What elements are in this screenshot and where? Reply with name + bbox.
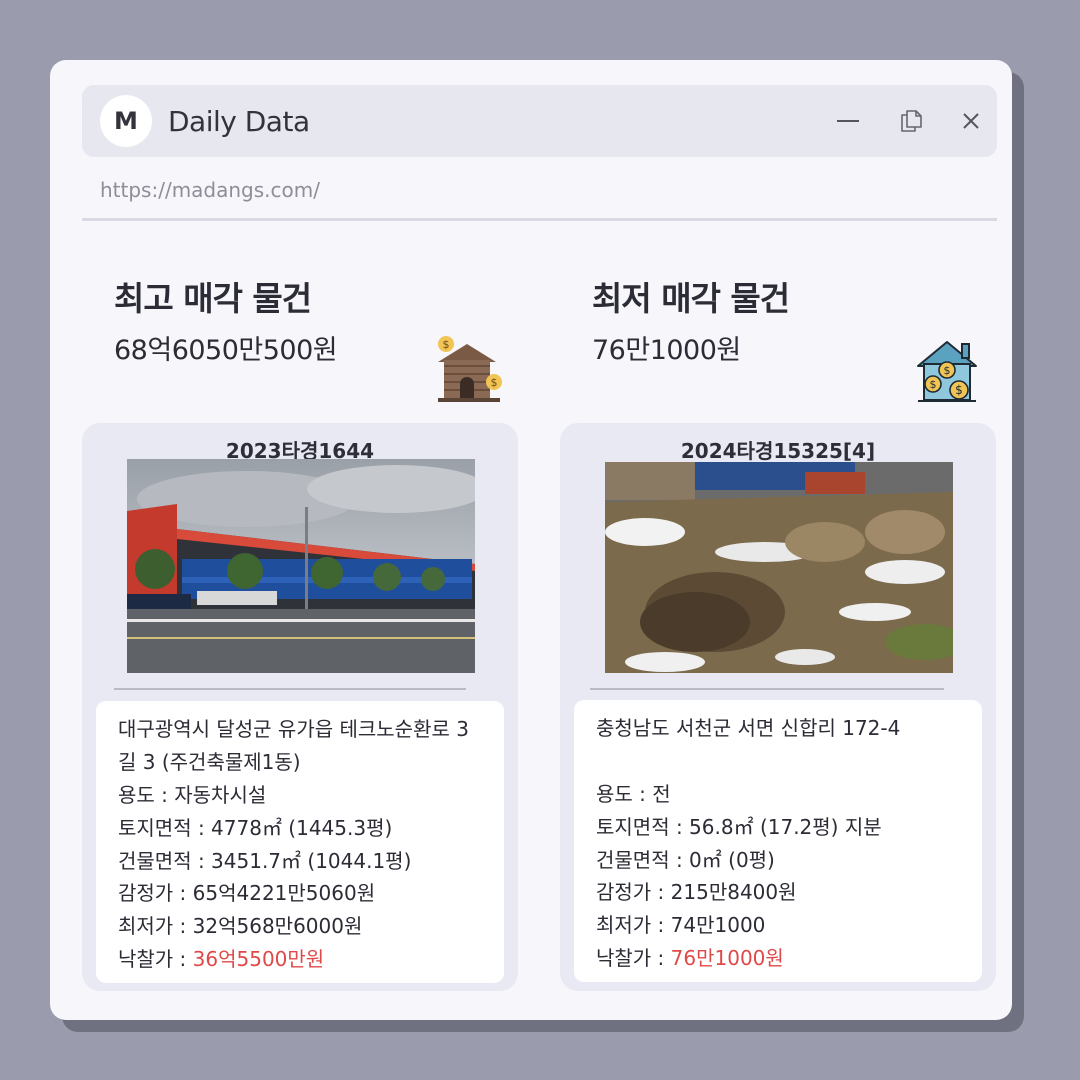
highest-property-photo — [127, 459, 475, 673]
highest-minimum-price: 최저가 : 32억568만6000원 — [118, 914, 363, 939]
lowest-appraisal: 감정가 : 215만8400원 — [596, 880, 797, 905]
winning-bid-value: 36억5500만원 — [192, 946, 325, 971]
lowest-property-info: 충청남도 서천군 서면 신합리 172-4 용도 : 전 토지면적 : 56.8… — [574, 700, 982, 982]
winning-bid-label: 낙찰가 : — [596, 945, 671, 970]
house-coins-icon: $ $ $ — [916, 338, 978, 408]
lowest-winning-bid: 낙찰가 : 76만1000원 — [596, 942, 962, 975]
svg-text:$: $ — [955, 383, 963, 397]
app-logo: M — [100, 95, 152, 147]
highest-land-area: 토지면적 : 4778㎡ (1445.3평) — [118, 815, 393, 840]
svg-text:$: $ — [930, 378, 937, 391]
app-window: M Daily Data https://madangs.com/ 최고 매각 … — [50, 60, 1012, 1020]
minimize-button[interactable] — [830, 103, 866, 139]
highest-address: 대구광역시 달성군 유가읍 테크노순환로 3길 3 (주건축물제1동) — [118, 717, 469, 774]
highest-appraisal: 감정가 : 65억4221만5060원 — [118, 881, 376, 906]
highest-building-area: 건물면적 : 3451.7㎡ (1044.1평) — [118, 848, 412, 873]
url-text[interactable]: https://madangs.com/ — [100, 178, 320, 202]
highest-property-card[interactable]: 2023타경1644 대구광역시 달성군 유가읍 테크노순환로 3길 3 (주건… — [82, 423, 518, 991]
lowest-building-area: 건물면적 : 0㎡ (0평) — [596, 847, 775, 872]
close-button[interactable] — [953, 103, 989, 139]
highest-usage: 용도 : 자동차시설 — [118, 783, 267, 807]
card-divider — [114, 688, 466, 690]
title-bar: M Daily Data — [82, 85, 997, 157]
lowest-case-number: 2024타경15325[4] — [680, 439, 876, 463]
lowest-property-photo — [605, 462, 953, 673]
close-icon — [963, 113, 979, 129]
house-money-icon: $ $ — [432, 332, 506, 408]
lowest-usage: 용도 : 전 — [596, 782, 671, 806]
svg-text:$: $ — [944, 364, 951, 377]
lowest-heading: 최저 매각 물건 — [592, 279, 790, 318]
lowest-price: 76만1000원 — [592, 335, 741, 366]
svg-text:$: $ — [443, 338, 450, 351]
card-divider — [590, 688, 944, 690]
header-divider — [82, 218, 997, 221]
minimize-icon — [837, 120, 859, 122]
lowest-address: 충청남도 서천군 서면 신합리 172-4 — [596, 716, 901, 740]
lowest-land-area: 토지면적 : 56.8㎡ (17.2평) 지분 — [596, 814, 882, 839]
winning-bid-value: 76만1000원 — [670, 945, 784, 970]
lowest-property-card[interactable]: 2024타경15325[4] 충청남도 서천군 서면 신합리 172-4 용도 … — [560, 423, 996, 991]
lowest-minimum-price: 최저가 : 74만1000 — [596, 913, 766, 938]
svg-text:$: $ — [491, 376, 498, 389]
restore-button[interactable] — [893, 103, 929, 139]
copy-icon — [901, 110, 922, 132]
highest-winning-bid: 낙찰가 : 36억5500만원 — [118, 943, 484, 976]
highest-heading: 최고 매각 물건 — [114, 279, 312, 318]
highest-property-info: 대구광역시 달성군 유가읍 테크노순환로 3길 3 (주건축물제1동) 용도 :… — [96, 701, 504, 983]
highest-price: 68억6050만500원 — [114, 335, 338, 366]
app-title: Daily Data — [168, 105, 310, 138]
winning-bid-label: 낙찰가 : — [118, 946, 193, 971]
